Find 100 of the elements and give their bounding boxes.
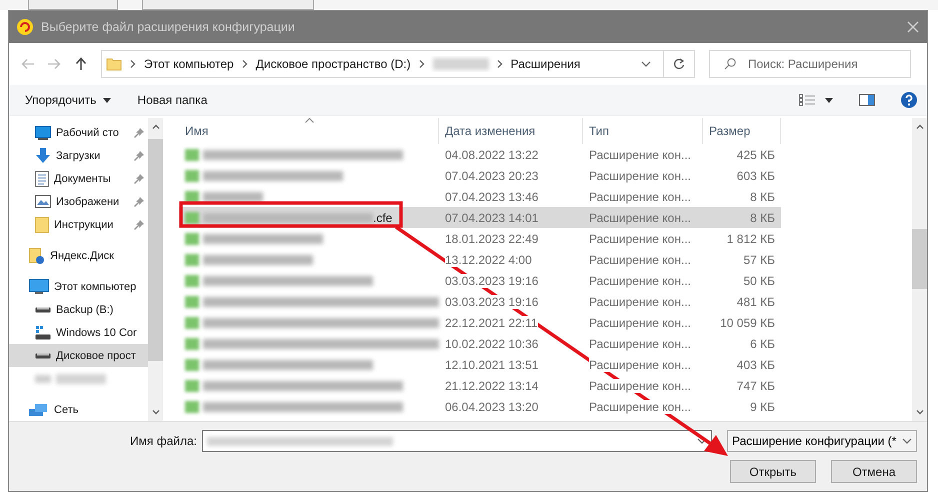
- filename-field[interactable]: [202, 430, 712, 452]
- new-folder-button[interactable]: Новая папка: [129, 90, 216, 110]
- size-cell: 8 КБ: [750, 210, 775, 224]
- size-cell: 8 КБ: [750, 190, 775, 204]
- column-header[interactable]: Тип: [583, 118, 703, 144]
- preview-pane-icon[interactable]: [859, 94, 875, 106]
- nav-item[interactable]: Яндекс.Диск: [9, 244, 148, 267]
- file-row[interactable]: 18.01.2023 22:49 Расширение кон... 1 812 КБ: [179, 228, 781, 249]
- blurred-file-icon: [185, 170, 199, 182]
- column-header[interactable]: Дата изменения: [439, 118, 583, 144]
- file-row[interactable]: 03.03.2023 19:16 Расширение кон... 50 КБ: [179, 270, 781, 291]
- date-cell: 21.12.2022 13:14: [445, 378, 538, 392]
- drive-icon: [35, 326, 51, 340]
- file-extension: .cfe: [373, 210, 392, 224]
- file-row[interactable]: 07.04.2023 20:23 Расширение кон... 603 КБ: [179, 165, 781, 186]
- help-icon[interactable]: [901, 92, 917, 108]
- blurred-file-icon: [185, 148, 199, 160]
- column-header[interactable]: Имя: [179, 118, 439, 144]
- nav-item[interactable]: Изображени: [9, 190, 148, 213]
- type-cell: Расширение кон...: [589, 168, 691, 182]
- close-icon[interactable]: [907, 21, 919, 33]
- scroll-down-icon[interactable]: [152, 410, 160, 415]
- refresh-icon[interactable]: [673, 58, 685, 70]
- scroll-thumb[interactable]: [912, 229, 927, 289]
- dropdown-chevron-icon: [902, 438, 912, 444]
- blurred-file-icon: [185, 380, 199, 392]
- file-row[interactable]: 12.10.2021 13:51 Расширение кон... 403 КБ: [179, 354, 781, 375]
- blurred-file-icon: [185, 254, 199, 266]
- blurred-file-icon: [185, 232, 199, 244]
- type-cell: Расширение кон...: [589, 378, 691, 392]
- file-type-dropdown[interactable]: Расширение конфигурации (*: [727, 430, 917, 452]
- file-row[interactable]: 22.12.2021 22:11 Расширение кон... 10 059 КБ: [179, 312, 781, 333]
- date-cell: 13.12.2022 4:00: [445, 252, 532, 266]
- dropdown-chevron-icon[interactable]: [697, 438, 707, 444]
- folder-icon: [35, 216, 49, 232]
- nav-item[interactable]: Документы: [9, 167, 148, 190]
- scroll-down-icon[interactable]: [916, 410, 924, 415]
- cancel-button[interactable]: Отмена: [831, 460, 917, 483]
- blurred-file-icon: [185, 190, 199, 202]
- file-row[interactable]: 04.08.2022 13:22 Расширение кон... 425 КБ: [179, 144, 781, 165]
- file-row[interactable]: 03.03.2023 19:16 Расширение кон... 481 КБ: [179, 291, 781, 312]
- drive-icon: [35, 306, 51, 314]
- blurred-file-icon: [185, 212, 199, 224]
- download-arrow-icon: [35, 148, 51, 164]
- chevron-right-icon: [130, 60, 136, 68]
- filename-label: Имя файла:: [130, 434, 197, 448]
- type-cell: Расширение кон...: [589, 400, 691, 414]
- scroll-up-icon[interactable]: [916, 124, 924, 129]
- blurred-file-icon: [185, 316, 199, 328]
- chevron-right-icon: [242, 60, 248, 68]
- drive-icon: [35, 352, 51, 360]
- search-field[interactable]: Поиск: Расширения: [709, 50, 911, 78]
- type-cell: Расширение кон...: [589, 316, 691, 330]
- nav-item[interactable]: Дисковое прост: [9, 344, 148, 367]
- size-cell: 481 КБ: [736, 294, 775, 308]
- list-scrollbar[interactable]: [912, 118, 927, 421]
- organize-button[interactable]: Упорядочить: [17, 90, 120, 110]
- dropdown-chevron-icon[interactable]: [641, 61, 651, 67]
- file-row[interactable]: .cfe 07.04.2023 14:01 Расширение кон... 8 КБ: [179, 207, 781, 228]
- file-row[interactable]: 21.12.2022 13:14 Расширение кон... 747 КБ: [179, 375, 781, 396]
- date-cell: 04.08.2022 13:22: [445, 148, 538, 162]
- size-cell: 9 КБ: [750, 400, 775, 414]
- view-list-icon[interactable]: [799, 94, 815, 106]
- type-cell: Расширение кон...: [589, 232, 691, 246]
- column-header[interactable]: Размер: [703, 118, 781, 144]
- nav-item[interactable]: Windows 10 Cor: [9, 321, 148, 344]
- file-row[interactable]: 13.12.2022 4:00 Расширение кон... 57 КБ: [179, 249, 781, 270]
- monitor-icon: [35, 126, 51, 140]
- nav-item[interactable]: Backup (B:): [9, 298, 148, 321]
- chevron-right-icon: [418, 60, 425, 68]
- size-cell: 10 059 КБ: [720, 316, 775, 330]
- size-cell: 1 812 КБ: [726, 232, 775, 246]
- address-bar[interactable]: Этот компьютер Дисковое пространство (D:) Расширения: [101, 50, 695, 78]
- nav-item[interactable]: Сеть: [9, 398, 148, 421]
- scroll-thumb[interactable]: [148, 139, 163, 361]
- folder-icon: [106, 56, 122, 72]
- file-row[interactable]: 07.04.2023 13:46 Расширение кон... 8 КБ: [179, 186, 781, 207]
- size-cell: 50 КБ: [743, 274, 775, 288]
- file-row[interactable]: 10.02.2022 10:36 Расширение кон... 6 КБ: [179, 333, 781, 354]
- nav-item[interactable]: Инструкции: [9, 213, 148, 236]
- computer-icon: [29, 278, 49, 294]
- chevron-right-icon: [496, 60, 503, 68]
- nav-item[interactable]: Этот компьютер: [9, 275, 148, 298]
- app-logo-icon: [17, 19, 33, 35]
- nav-item[interactable]: Загрузки: [9, 144, 148, 167]
- file-row[interactable]: 06.04.2023 13:20 Расширение кон... 9 КБ: [179, 396, 781, 417]
- open-button[interactable]: Открыть: [730, 460, 816, 483]
- scroll-up-icon[interactable]: [152, 124, 160, 129]
- breadcrumb[interactable]: Этот компьютер: [144, 57, 234, 71]
- search-icon: [724, 58, 736, 70]
- breadcrumb[interactable]: Расширения: [510, 57, 580, 71]
- breadcrumb[interactable]: Дисковое пространство (D:): [256, 57, 411, 71]
- blurred-file-icon: [185, 338, 199, 350]
- picture-icon: [35, 195, 51, 208]
- nav-scrollbar[interactable]: [148, 118, 163, 421]
- date-cell: 18.01.2023 22:49: [445, 232, 538, 246]
- size-cell: 6 КБ: [750, 336, 775, 350]
- nav-item[interactable]: Рабочий сто: [9, 121, 148, 144]
- up-arrow-icon[interactable]: [75, 57, 87, 71]
- date-cell: 10.02.2022 10:36: [445, 336, 538, 350]
